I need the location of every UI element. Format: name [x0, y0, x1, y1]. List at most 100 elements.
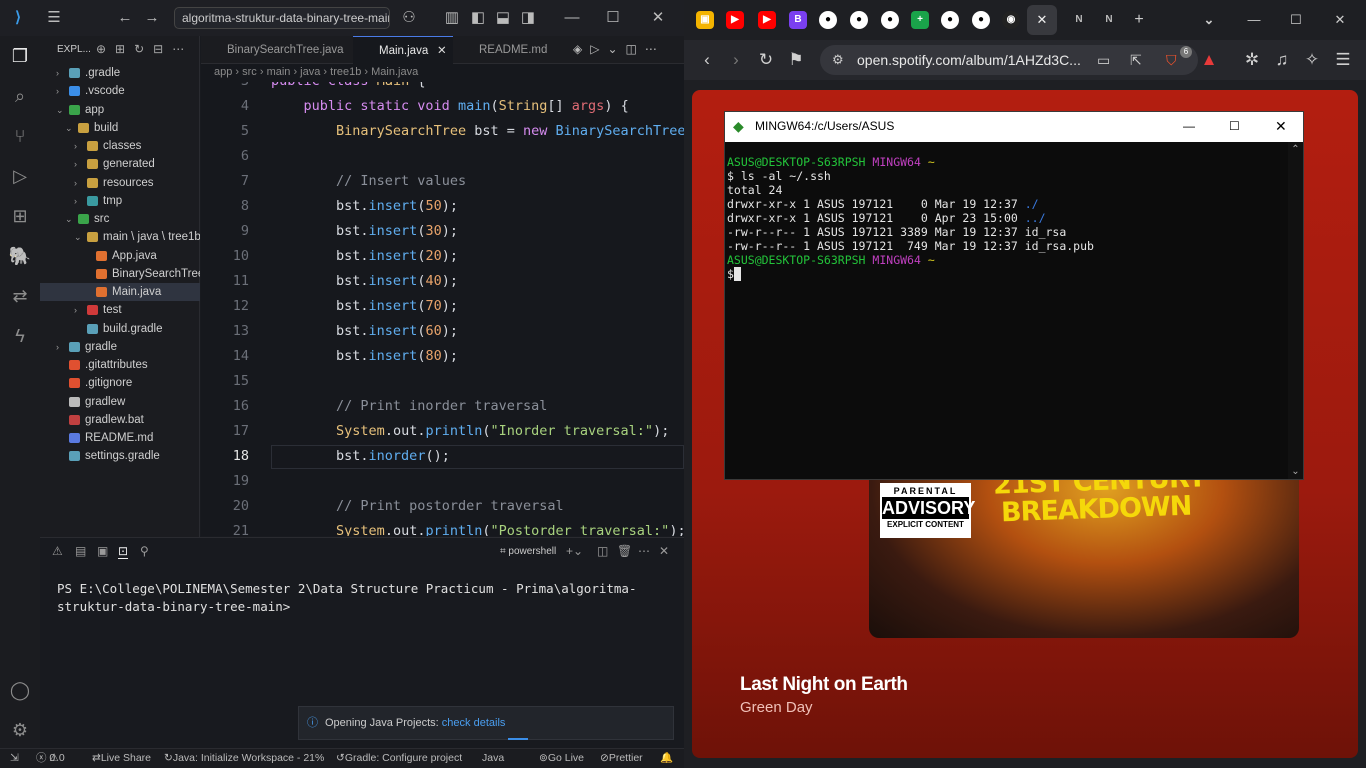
kill-terminal-icon[interactable]: 🗑 — [617, 544, 632, 558]
tab-binarysearchtree[interactable]: BinarySearchTree.java — [201, 36, 353, 64]
command-center-search[interactable]: algoritma-struktur-data-binary-tree-main — [174, 7, 390, 29]
run-debug-icon[interactable]: ▷ — [8, 164, 32, 188]
scrollbar[interactable]: ⌃ ⌄ — [1288, 142, 1303, 479]
tree-item[interactable]: README.md — [40, 429, 200, 447]
copilot-icon[interactable]: ⚇ — [399, 8, 419, 28]
extensions-icon[interactable]: ✲ — [1241, 49, 1263, 71]
live-share-status[interactable]: ⇄ Live Share — [92, 749, 151, 768]
tree-item[interactable]: settings.gradle — [40, 447, 200, 465]
tree-item[interactable]: ⌄ build — [40, 119, 200, 137]
more-icon[interactable]: ⋯ — [638, 544, 650, 558]
code-editor[interactable]: 3 public class Main {4 public static void… — [201, 82, 684, 536]
gradle-icon[interactable]: 🐘 — [8, 244, 32, 268]
lightning-icon[interactable]: ϟ — [8, 324, 32, 348]
menu-icon[interactable]: ☰ — [1332, 49, 1354, 71]
tab-favicon-github-icon[interactable]: ● — [850, 11, 868, 29]
share-icon[interactable]: ⇱ — [1130, 45, 1142, 75]
tree-item[interactable]: ⌄ src — [40, 210, 200, 228]
settings-gear-icon[interactable]: ⚙ — [8, 718, 32, 742]
prettier-status[interactable]: ⊘ Prettier — [600, 749, 643, 768]
chevron-right-icon[interactable]: › — [74, 137, 77, 155]
code-line[interactable]: bst.insert(80); — [271, 348, 458, 364]
tab-favicon-github-icon[interactable]: ● — [881, 11, 899, 29]
add-terminal-icon[interactable]: +⌄ — [566, 544, 583, 558]
cast-icon[interactable]: ▭ — [1097, 45, 1110, 75]
debug-console-icon[interactable]: ▣ — [97, 544, 108, 558]
split-terminal-icon[interactable]: ◫ — [597, 544, 608, 558]
tree-item[interactable]: Main.java — [40, 283, 200, 301]
tab-favicon-notion-icon[interactable]: N — [1100, 11, 1118, 29]
code-line[interactable]: public static void main(String[] args) { — [271, 98, 629, 114]
tab-favicon-github-icon[interactable]: ● — [819, 11, 837, 29]
tree-item[interactable]: › generated — [40, 155, 200, 173]
forward-arrow-icon[interactable]: → — [142, 8, 162, 28]
code-line[interactable]: bst.inorder(); — [271, 448, 450, 464]
chevron-right-icon[interactable]: › — [74, 192, 77, 210]
tab-favicon-spotify-icon[interactable]: ◉ — [1002, 11, 1020, 29]
tab-main[interactable]: Main.java ✕ — [353, 36, 453, 64]
active-tab-close-icon[interactable]: ✕ — [1027, 5, 1057, 35]
chevron-down-icon[interactable]: ⌄ — [56, 101, 64, 119]
chevron-down-icon[interactable]: ⌄ — [65, 210, 73, 228]
code-line[interactable]: // Print inorder traversal — [271, 398, 547, 414]
mingw-output[interactable]: ASUS@DESKTOP-S63RPSH MINGW64 ~ $ ls -al … — [727, 155, 1287, 281]
tree-item[interactable]: › test — [40, 301, 200, 319]
code-line[interactable]: BinarySearchTree bst = new BinarySearchT… — [271, 123, 684, 139]
close-window-icon[interactable]: ✕ — [1331, 11, 1349, 29]
brave-rewards-icon[interactable]: ▲ — [1198, 49, 1220, 71]
menu-icon[interactable]: ☰ — [44, 8, 64, 28]
reload-icon[interactable]: ↻ — [755, 49, 777, 71]
notification-toast[interactable]: ⓘ Opening Java Projects: check details — [298, 706, 674, 740]
tree-item[interactable]: .gitignore — [40, 374, 200, 392]
tree-item[interactable]: › classes — [40, 137, 200, 155]
tree-item[interactable]: App.java — [40, 247, 200, 265]
tree-item[interactable]: › resources — [40, 174, 200, 192]
tree-item[interactable]: › .gradle — [40, 64, 200, 82]
tab-readme[interactable]: README.md — [453, 36, 563, 64]
explorer-icon[interactable]: ❐ — [8, 44, 32, 68]
leo-ai-icon[interactable]: ✧ — [1301, 49, 1323, 71]
chevron-right-icon[interactable]: › — [56, 82, 59, 100]
address-bar[interactable]: ⚙ open.spotify.com/album/1AHZd3C... ▭ ⇱ … — [820, 45, 1198, 75]
close-icon[interactable]: ✕ — [1275, 112, 1287, 140]
minimize-icon[interactable]: — — [1183, 112, 1195, 140]
brave-shields-icon[interactable]: ⛉ — [1166, 45, 1177, 75]
code-line[interactable]: bst.insert(20); — [271, 248, 458, 264]
extensions-icon[interactable]: ⊞ — [8, 204, 32, 228]
tree-item[interactable]: › tmp — [40, 192, 200, 210]
terminal-icon[interactable]: ⊡ — [118, 544, 129, 559]
maximize-icon[interactable]: ☐ — [1229, 112, 1240, 140]
song-artist[interactable]: Green Day — [740, 699, 813, 716]
close-tab-icon[interactable]: ✕ — [437, 37, 447, 65]
account-icon[interactable]: ◯ — [8, 678, 32, 702]
terminal-profile[interactable]: ⌗ powershell — [500, 546, 556, 557]
ports-icon[interactable]: ⚲ — [140, 544, 149, 558]
tree-item[interactable]: gradlew.bat — [40, 411, 200, 429]
code-line[interactable]: // Insert values — [271, 173, 466, 189]
remote-icon[interactable]: ⇲ — [10, 749, 19, 768]
source-control-icon[interactable]: ⑂ — [8, 124, 32, 148]
song-title[interactable]: Last Night on Earth — [740, 674, 908, 696]
new-tab-icon[interactable]: + — [1130, 11, 1148, 29]
tree-item[interactable]: › gradle — [40, 338, 200, 356]
close-panel-icon[interactable]: ✕ — [659, 544, 669, 558]
problems-icon[interactable]: ⚠ — [52, 544, 63, 558]
bookmark-icon[interactable]: ⚑ — [785, 49, 807, 71]
chevron-down-icon[interactable]: ⌄ — [65, 119, 73, 137]
maximize-icon[interactable]: ☐ — [1287, 11, 1305, 29]
tab-favicon-github-icon[interactable]: ● — [941, 11, 959, 29]
maximize-icon[interactable]: ☐ — [603, 8, 623, 28]
tab-favicon-github-icon[interactable]: ● — [972, 11, 990, 29]
forward-icon[interactable]: › — [725, 49, 747, 71]
tree-item[interactable]: ⌄ app — [40, 101, 200, 119]
problems-status[interactable]: ⓧ 0 ⚠ 0 — [36, 749, 65, 768]
tab-favicon-sheets-icon[interactable]: + — [911, 11, 929, 29]
remote-explorer-icon[interactable]: ⇄ — [8, 284, 32, 308]
back-icon[interactable]: ‹ — [696, 49, 718, 71]
scroll-up-icon[interactable]: ⌃ — [1288, 144, 1303, 155]
code-line[interactable]: System.out.println("Inorder traversal:")… — [271, 423, 669, 439]
toggle-panel-icon[interactable]: ⬓ — [493, 8, 513, 28]
tab-favicon-photos-icon[interactable]: ▣ — [696, 11, 714, 29]
layout-icon[interactable]: ▥ — [442, 8, 462, 28]
media-icon[interactable]: ♫ — [1271, 49, 1293, 71]
